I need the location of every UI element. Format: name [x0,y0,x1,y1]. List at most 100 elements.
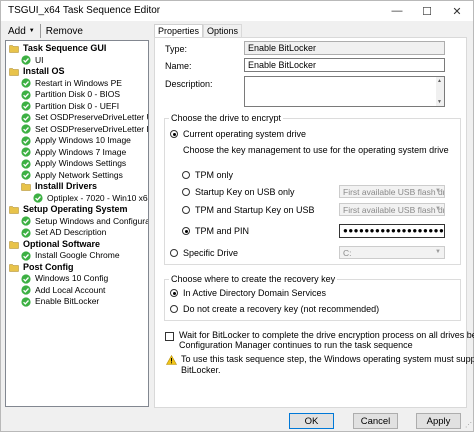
tree-step[interactable]: Install Google Chrome [21,250,120,261]
success-check-icon [21,170,31,180]
task-sequence-tree[interactable]: Task Sequence GUI UI Install OS Restart in … [5,40,149,407]
recovery-groupbox [164,279,461,321]
add-button-label: Add [8,25,26,37]
tree-step[interactable]: Apply Windows Settings [21,158,126,169]
scroll-up-icon[interactable]: ▲ [437,78,442,84]
folder-icon [9,44,19,54]
recovery-ad-label[interactable]: In Active Directory Domain Services [183,288,326,298]
tree-group[interactable]: Install OS [9,66,65,77]
tree-item-label: Restart in Windows PE [35,77,122,88]
tree-step[interactable]: Apply Network Settings [21,170,123,181]
wait-encryption-label-line2[interactable]: Configuration Manager continues to run t… [179,340,413,350]
tpm-pin-label[interactable]: TPM and PIN [195,226,249,236]
tree-group[interactable]: Installl Drivers [21,181,97,192]
tree-step[interactable]: Setup Windows and Configuration [21,216,148,227]
tree-group[interactable]: Optional Software [9,239,100,250]
current-drive-label[interactable]: Current operating system drive [183,129,306,139]
warning-icon [165,354,178,368]
chevron-down-icon: ▼ [435,206,441,212]
tpm-only-label[interactable]: TPM only [195,170,233,180]
startup-usb-dropdown-value: First available USB flash driv [343,187,445,197]
add-menu-button[interactable]: Add ▼ [3,23,40,39]
warning-text-line1: To use this task sequence step, the Wind… [181,354,474,364]
chevron-down-icon: ▼ [435,249,441,255]
recovery-group-title: Choose where to create the recovery key [169,274,338,284]
tree-step[interactable]: Set AD Description [21,227,106,238]
pin-field[interactable]: ●●●●●●●●●●●●●●●●●●●●●●●●●● [339,224,445,238]
tree-item-label: Windows 10 Config [35,273,109,283]
minimize-button[interactable]: — [382,1,412,21]
tree-item-label: Partition Disk 0 - BIOS [35,89,121,99]
tree-item-label: Apply Windows Settings [35,158,127,168]
window-title: TSGUI_x64 Task Sequence Editor [8,5,161,16]
tree-item-label: Apply Network Settings [35,169,123,180]
description-label: Description: [165,79,213,89]
tree-step[interactable]: Apply Windows 10 Image [21,135,131,146]
folder-icon [9,67,19,77]
current-drive-radio[interactable] [170,130,178,138]
tree-step[interactable]: Add Local Account [21,285,105,296]
recovery-none-label[interactable]: Do not create a recovery key (not recomm… [183,304,379,314]
tree-step[interactable]: Partition Disk 0 - UEFI [21,101,119,112]
tpm-pin-radio[interactable] [182,227,190,235]
ok-button[interactable]: OK [289,413,334,429]
apply-button[interactable]: Apply [416,413,461,429]
tree-step[interactable]: Restart in Windows PE [21,78,122,89]
name-field[interactable]: Enable BitLocker [244,58,445,72]
resize-grip-icon[interactable]: ⋰ [465,421,472,429]
specific-drive-radio[interactable] [170,249,178,257]
folder-icon [9,239,19,249]
startup-usb-label[interactable]: Startup Key on USB only [195,187,295,197]
tree-group[interactable]: Task Sequence GUI [9,43,106,54]
tree-step[interactable]: Set OSDPreserveDriveLetter BIOS [21,124,148,135]
tpm-usb-label[interactable]: TPM and Startup Key on USB [195,205,315,215]
startup-usb-dropdown: First available USB flash driv ▼ [339,185,445,198]
tree-item-label: Task Sequence GUI [23,43,107,53]
recovery-none-radio[interactable] [170,305,178,313]
success-check-icon [21,89,31,100]
tree-item-label: Optiplex - 7020 - Win10 x64 [47,192,149,203]
folder-icon [21,182,31,192]
tree-step[interactable]: Set OSDPreserveDriveLetter UEFI [21,112,148,123]
tree-step[interactable]: Enable BitLocker [21,296,99,307]
tree-step[interactable]: Optiplex - 7020 - Win10 x64 [33,192,149,204]
specific-drive-label[interactable]: Specific Drive [183,248,238,258]
success-check-icon [21,147,31,157]
success-check-icon [21,101,31,111]
tree-step[interactable]: Apply Windows 7 Image [21,147,126,158]
maximize-button[interactable]: ☐ [412,1,442,21]
properties-panel: Type: Enable BitLocker Name: Enable BitL… [154,37,474,408]
name-label: Name: [165,61,192,71]
startup-usb-radio[interactable] [182,188,190,196]
tree-item-label: Apply Windows 10 Image [35,135,131,145]
tab-properties[interactable]: Properties [154,24,204,37]
tree-item-label: Post Config [23,261,74,272]
remove-button[interactable]: Remove [41,23,88,39]
title-bar[interactable]: TSGUI_x64 Task Sequence Editor — ☐ ✕ [1,1,473,21]
tree-item-label: Optional Software [23,238,101,249]
success-check-icon [21,296,31,307]
close-button[interactable]: ✕ [442,1,472,21]
recovery-ad-radio[interactable] [170,289,178,297]
tpm-only-radio[interactable] [182,171,190,179]
cancel-button[interactable]: Cancel [353,413,398,429]
wait-encryption-checkbox[interactable] [165,332,174,341]
scroll-down-icon[interactable]: ▼ [437,99,442,105]
tree-group[interactable]: Post Config [9,262,74,273]
description-field[interactable]: ▲ ▼ [244,76,445,107]
wait-encryption-label-line1[interactable]: Wait for BitLocker to complete the drive… [179,330,474,340]
tree-item-label: Add Local Account [35,284,106,295]
key-management-label: Choose the key management to use for the… [183,145,449,155]
success-check-icon [21,55,31,65]
description-scrollbar[interactable]: ▲ ▼ [436,77,444,106]
type-field: Enable BitLocker [244,41,445,55]
tree-step[interactable]: Windows 10 Config [21,273,108,284]
success-check-icon [21,78,31,88]
specific-drive-dropdown-value: C: [343,248,352,258]
tree-group[interactable]: Setup Operating System [9,204,128,215]
tree-step[interactable]: Partition Disk 0 - BIOS [21,89,120,100]
tpm-usb-radio[interactable] [182,206,190,214]
tab-options[interactable]: Options [203,24,243,37]
tree-step[interactable]: UI [21,55,44,66]
chevron-down-icon: ▼ [28,28,35,34]
